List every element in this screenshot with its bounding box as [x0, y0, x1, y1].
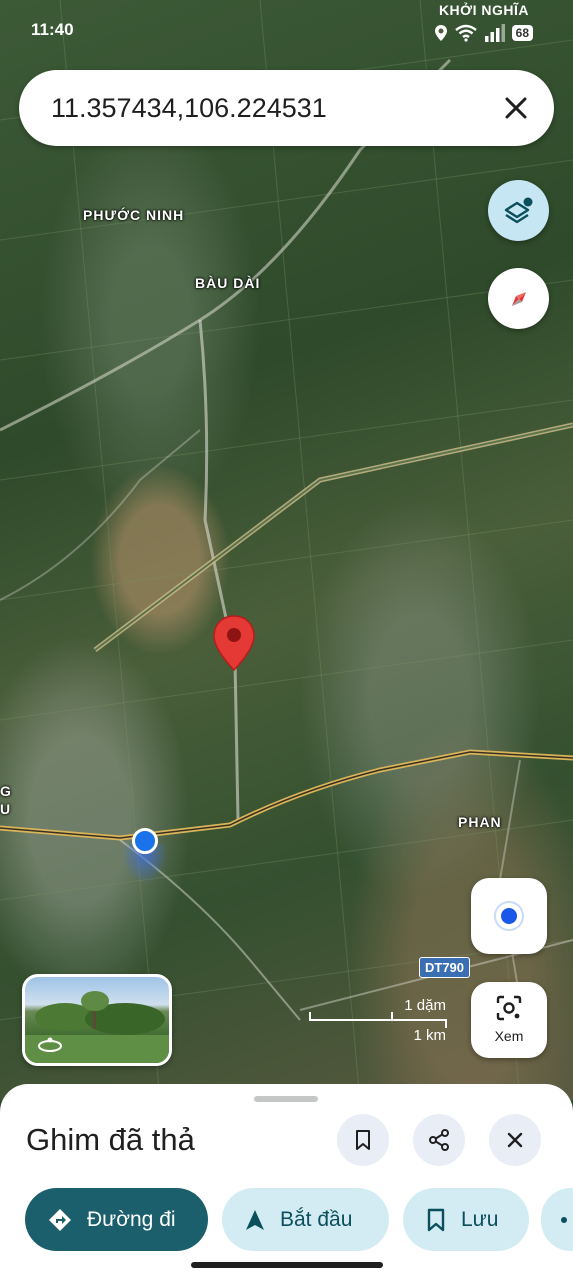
- close-icon: [505, 97, 527, 119]
- start-button[interactable]: Bắt đầu: [222, 1188, 389, 1251]
- status-time: 11:40: [31, 20, 74, 39]
- scale-imperial: 1 dặm: [404, 997, 446, 1014]
- carrier-name: KHỞI NGHĨA: [438, 2, 529, 18]
- location-icon: [434, 25, 447, 41]
- dropped-pin-icon[interactable]: [212, 614, 256, 677]
- my-location-icon: [494, 901, 524, 931]
- street-view-thumbnail[interactable]: [22, 974, 172, 1066]
- place-label-bau-dai: BÀU DÀI: [195, 275, 261, 291]
- road-shield-dt790: DT790: [419, 957, 471, 978]
- sheet-title: Ghim đã thả: [26, 1122, 195, 1157]
- place-label-edge: G U: [0, 783, 12, 817]
- bottom-sheet[interactable]: Ghim đã thả Đường đi Bắt đầu Lưu: [0, 1084, 573, 1280]
- map-scale: 1 dặm 1 km: [308, 996, 448, 1044]
- clear-search-button[interactable]: [500, 92, 532, 124]
- close-sheet-button[interactable]: [489, 1114, 541, 1166]
- start-label: Bắt đầu: [280, 1207, 353, 1231]
- search-bar[interactable]: [19, 70, 554, 146]
- share-icon: [429, 1129, 449, 1151]
- layers-button[interactable]: [488, 180, 549, 241]
- compass-icon: [511, 291, 526, 306]
- lens-button[interactable]: Xem: [471, 982, 547, 1058]
- bookmark-icon: [356, 1130, 370, 1150]
- place-label-phan: PHAN: [458, 814, 502, 830]
- directions-label: Đường đi: [87, 1207, 176, 1231]
- scale-metric: 1 km: [413, 1027, 446, 1044]
- current-location-dot: [132, 828, 158, 854]
- bookmark-icon: [427, 1208, 445, 1231]
- save-place-button[interactable]: [337, 1114, 389, 1166]
- my-location-button[interactable]: [471, 878, 547, 954]
- gesture-nav-bar[interactable]: [191, 1262, 383, 1268]
- lens-icon: [496, 995, 522, 1021]
- place-label-phuoc-ninh: PHƯỚC NINH: [83, 207, 185, 223]
- directions-icon: [49, 1208, 71, 1231]
- signal-icon: [484, 24, 505, 42]
- status-bar-right: KHỞI NGHĨA 68: [413, 0, 533, 46]
- street-view-icon: [38, 1037, 62, 1052]
- lens-label: Xem: [494, 1028, 524, 1044]
- save-label: Lưu: [461, 1207, 499, 1231]
- wifi-icon: [454, 24, 477, 42]
- navigation-icon: [246, 1209, 264, 1230]
- save-button[interactable]: Lưu: [403, 1188, 529, 1251]
- share-chip-button[interactable]: [541, 1188, 573, 1251]
- share-icon: [561, 1216, 567, 1223]
- layers-icon: [504, 197, 532, 223]
- sheet-drag-handle[interactable]: [254, 1096, 318, 1102]
- close-icon: [507, 1132, 523, 1148]
- directions-button[interactable]: Đường đi: [25, 1188, 208, 1251]
- compass-button[interactable]: [488, 268, 549, 329]
- battery-level: 68: [511, 25, 533, 41]
- search-input[interactable]: [51, 93, 471, 124]
- share-button[interactable]: [413, 1114, 465, 1166]
